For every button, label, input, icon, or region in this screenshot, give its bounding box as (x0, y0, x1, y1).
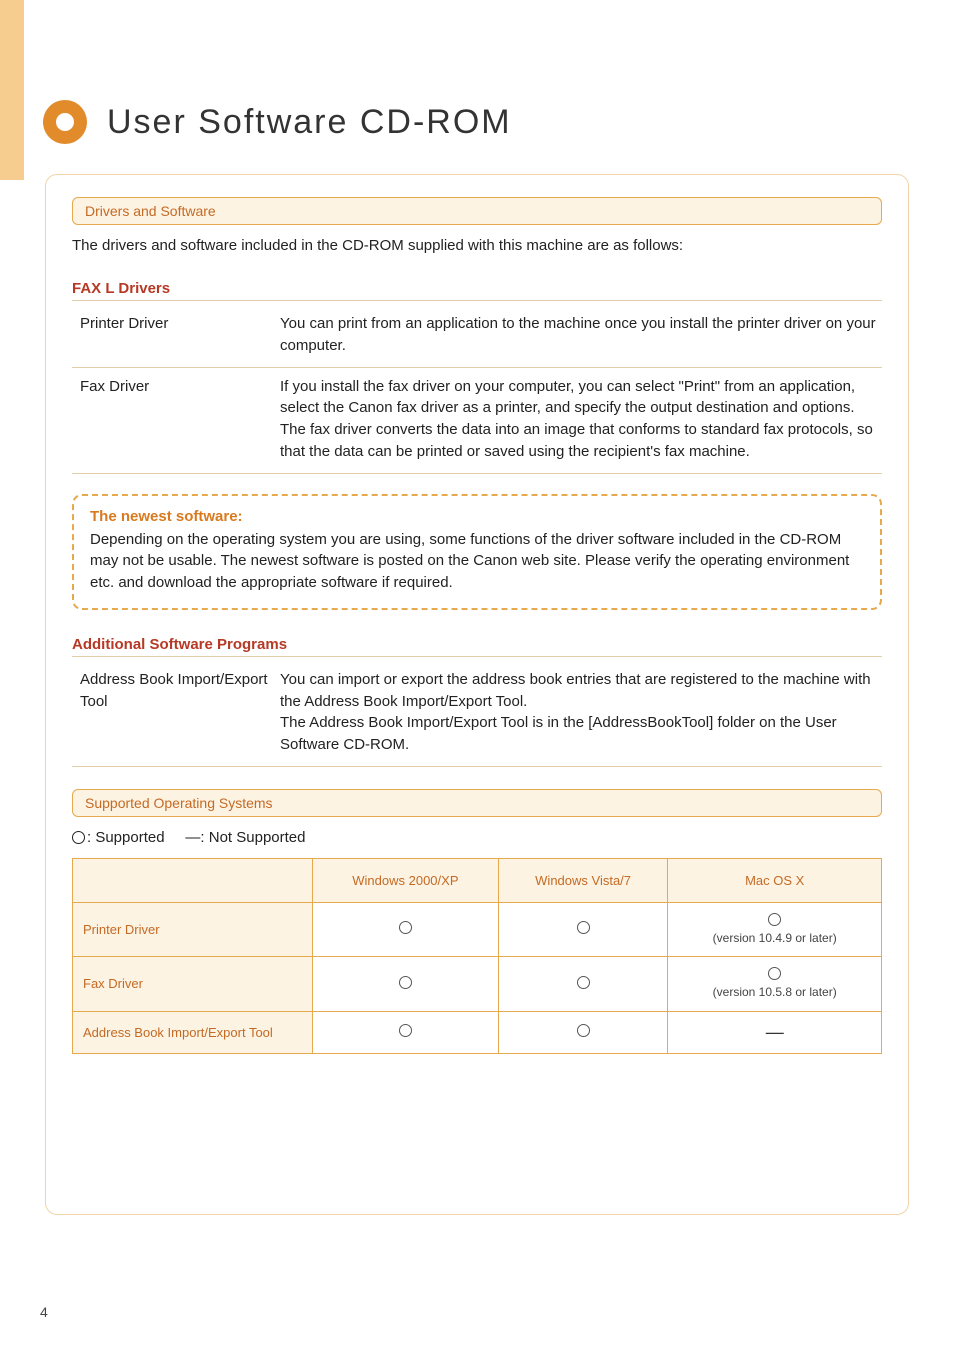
content-box: Drivers and Software The drivers and sof… (45, 174, 909, 1215)
side-accent-bar (0, 0, 24, 180)
supported-circle-icon (577, 1024, 590, 1037)
circle-icon (72, 831, 85, 844)
os-row-label: Address Book Import/Export Tool (73, 1011, 313, 1053)
os-cell (313, 957, 499, 1011)
notice-body: Depending on the operating system you ar… (90, 529, 864, 594)
legend-not-supported: —: Not Supported (185, 829, 305, 846)
additional-name: Address Book Import/Export Tool (80, 669, 280, 756)
additional-desc-line1: You can import or export the address boo… (280, 669, 882, 713)
bullet-icon (43, 100, 87, 144)
page-title: User Software CD-ROM (107, 103, 512, 142)
os-cell (498, 902, 668, 956)
support-legend: : Supported —: Not Supported (72, 829, 882, 846)
driver-desc: You can print from an application to the… (280, 313, 882, 357)
driver-desc: If you install the fax driver on your co… (280, 376, 882, 463)
not-supported-dash: — (766, 1022, 784, 1042)
notice-title: The newest software: (90, 508, 864, 525)
driver-name: Printer Driver (80, 313, 280, 357)
os-col-header: Mac OS X (668, 858, 882, 902)
driver-row: Printer Driver You can print from an app… (72, 305, 882, 368)
os-col-header: Windows Vista/7 (498, 858, 668, 902)
os-cell (498, 1011, 668, 1053)
additional-desc: You can import or export the address boo… (280, 669, 882, 756)
supported-circle-icon (399, 976, 412, 989)
os-row-label: Fax Driver (73, 957, 313, 1011)
table-row: Fax Driver (version 10.5.8 or later) (73, 957, 882, 1011)
supported-circle-icon (399, 1024, 412, 1037)
os-cell: — (668, 1011, 882, 1053)
os-section-label: Supported Operating Systems (72, 789, 882, 817)
os-cell (313, 1011, 499, 1053)
table-row: Printer Driver (version 10.4.9 or later) (73, 902, 882, 956)
supported-with-note: (version 10.4.9 or later) (674, 913, 875, 946)
os-cell (313, 902, 499, 956)
intro-text: The drivers and software included in the… (72, 237, 882, 254)
os-col-header: Windows 2000/XP (313, 858, 499, 902)
driver-row: Fax Driver If you install the fax driver… (72, 368, 882, 474)
os-col-blank (73, 858, 313, 902)
supported-circle-icon (577, 976, 590, 989)
os-row-label: Printer Driver (73, 902, 313, 956)
version-note: (version 10.4.9 or later) (674, 931, 875, 947)
supported-circle-icon (577, 921, 590, 934)
os-cell: (version 10.5.8 or later) (668, 957, 882, 1011)
supported-circle-icon (768, 913, 781, 926)
newest-software-notice: The newest software: Depending on the op… (72, 494, 882, 610)
page-number: 4 (40, 1304, 48, 1320)
supported-circle-icon (399, 921, 412, 934)
version-note: (version 10.5.8 or later) (674, 985, 875, 1001)
driver-name: Fax Driver (80, 376, 280, 463)
additional-desc-line2: The Address Book Import/Export Tool is i… (280, 712, 882, 756)
os-cell: (version 10.4.9 or later) (668, 902, 882, 956)
os-cell (498, 957, 668, 1011)
supported-with-note: (version 10.5.8 or later) (674, 967, 875, 1000)
page-title-row: User Software CD-ROM (43, 100, 909, 144)
additional-row: Address Book Import/Export Tool You can … (72, 661, 882, 767)
os-support-table: Windows 2000/XP Windows Vista/7 Mac OS X… (72, 858, 882, 1054)
additional-heading: Additional Software Programs (72, 636, 882, 657)
page-content: User Software CD-ROM Drivers and Softwar… (0, 0, 954, 1215)
drivers-section-label: Drivers and Software (72, 197, 882, 225)
legend-supported: : Supported (87, 829, 165, 846)
table-row: Address Book Import/Export Tool — (73, 1011, 882, 1053)
supported-circle-icon (768, 967, 781, 980)
fax-l-heading: FAX L Drivers (72, 280, 882, 301)
